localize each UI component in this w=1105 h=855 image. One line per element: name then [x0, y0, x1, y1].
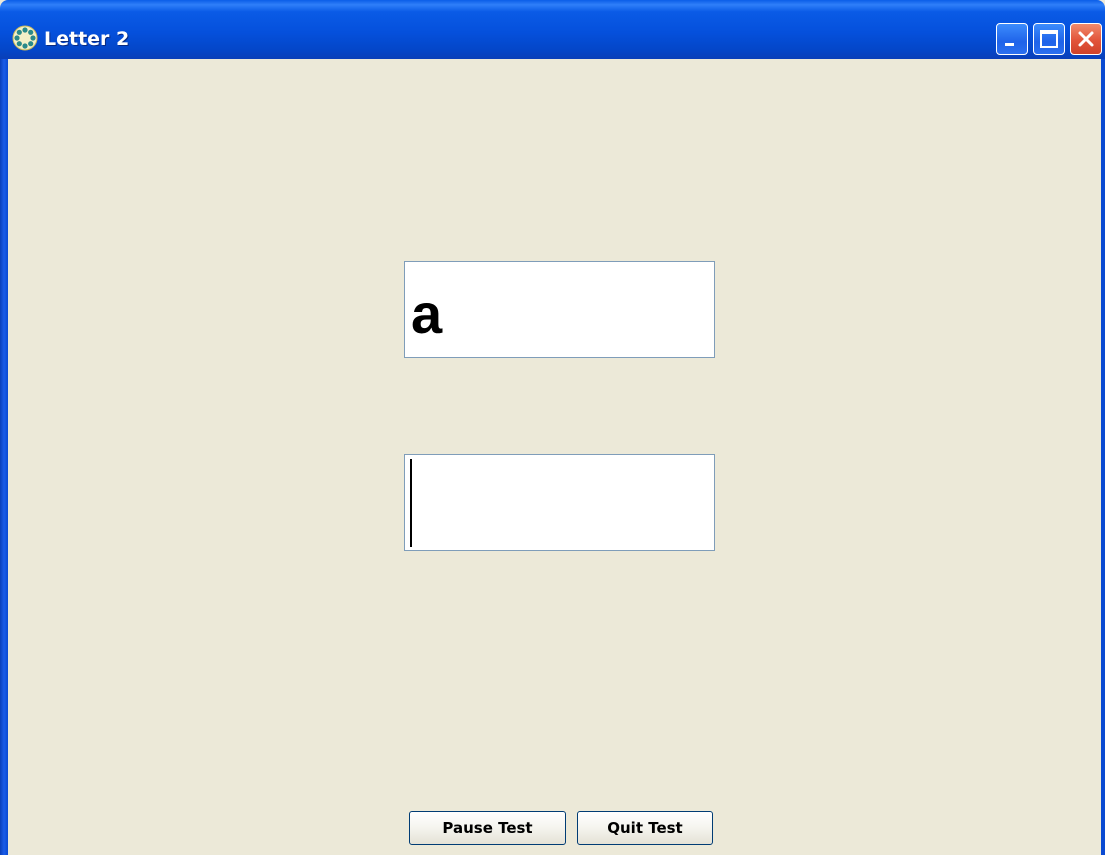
app-window: Letter 2 a Pause Test Quit Test: [0, 0, 1105, 855]
title-bar[interactable]: Letter 2: [0, 0, 1105, 59]
displayed-letter: a: [411, 282, 443, 345]
minimize-button[interactable]: [996, 23, 1028, 55]
window-title: Letter 2: [44, 28, 130, 50]
close-icon: [1078, 31, 1094, 47]
pause-test-button[interactable]: Pause Test: [409, 811, 566, 845]
maximize-icon: [1040, 30, 1058, 48]
letter-display-box: a: [404, 261, 715, 358]
window-frame-right: [1101, 59, 1105, 855]
app-gear-icon[interactable]: [12, 25, 38, 51]
text-caret: [410, 459, 412, 547]
minimize-icon: [1005, 43, 1014, 46]
maximize-button[interactable]: [1033, 23, 1065, 55]
answer-field[interactable]: [404, 454, 715, 551]
window-frame-left: [0, 59, 8, 855]
close-button[interactable]: [1070, 23, 1102, 55]
answer-input[interactable]: [405, 455, 714, 550]
quit-test-button[interactable]: Quit Test: [577, 811, 713, 845]
